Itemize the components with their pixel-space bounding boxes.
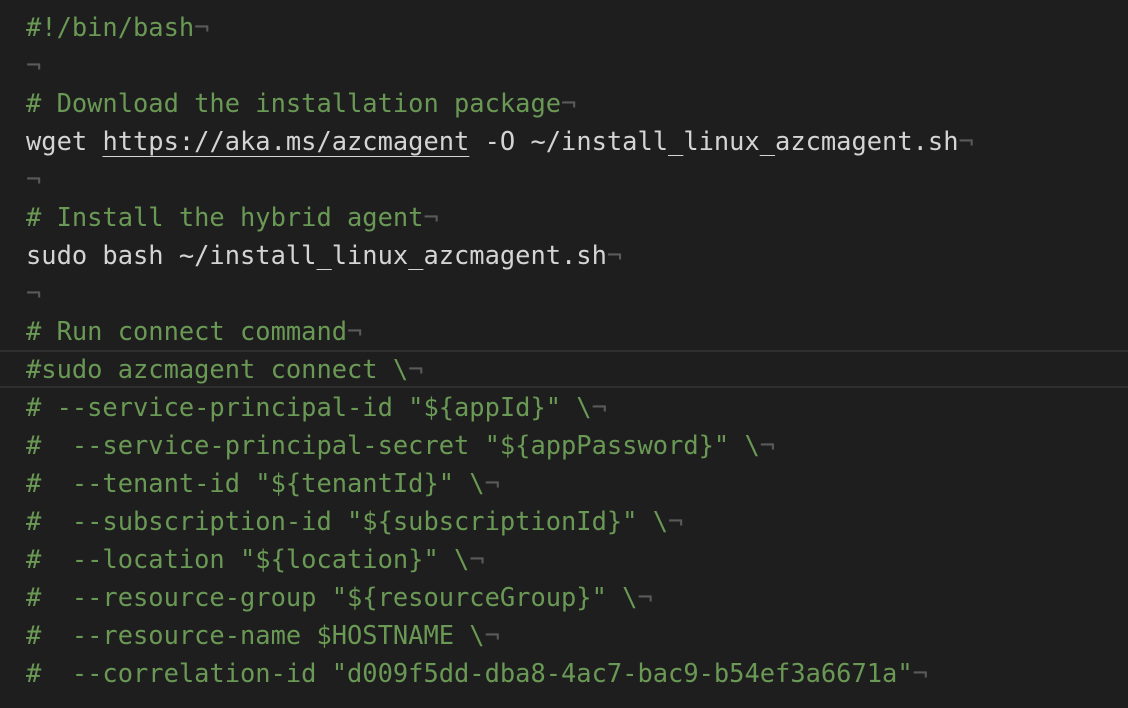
code-line[interactable]: # --tenant-id "${tenantId}" \¬ [26, 464, 500, 502]
code-link[interactable]: https://aka.ms/azcmagent [102, 126, 469, 156]
end-of-line-marker: ¬ [26, 164, 42, 194]
end-of-line-marker: ¬ [637, 582, 653, 612]
code-comment: # --service-principal-secret "${appPassw… [26, 430, 760, 460]
end-of-line-marker: ¬ [194, 12, 210, 42]
code-line[interactable]: wget https://aka.ms/azcmagent -O ~/insta… [26, 122, 974, 160]
code-line[interactable]: ¬ [26, 274, 41, 312]
code-text: -O ~/install_linux_azcmagent.sh [469, 126, 959, 156]
code-line[interactable]: # --correlation-id "d009f5dd-dba8-4ac7-b… [26, 654, 928, 692]
code-line[interactable]: # --subscription-id "${subscriptionId}" … [26, 502, 683, 540]
code-line-current[interactable]: #sudo azcmagent connect \¬ [0, 350, 1128, 388]
code-comment: # Run connect command [26, 316, 348, 346]
code-line[interactable]: # --resource-group "${resourceGroup}" \¬ [26, 578, 653, 616]
code-line[interactable]: # Run connect command¬ [26, 312, 362, 350]
end-of-line-marker: ¬ [759, 430, 776, 460]
end-of-line-marker: ¬ [958, 126, 974, 156]
code-comment: # --correlation-id "d009f5dd-dba8-4ac7-b… [26, 658, 913, 688]
code-line[interactable]: ¬ [26, 46, 41, 84]
end-of-line-marker: ¬ [347, 316, 363, 346]
end-of-line-marker: ¬ [591, 392, 607, 422]
code-text: wget [26, 126, 103, 156]
code-line[interactable]: sudo bash ~/install_linux_azcmagent.sh¬ [26, 236, 622, 274]
code-line[interactable]: # --location "${location}" \¬ [26, 540, 485, 578]
code-line[interactable]: # --service-principal-secret "${appPassw… [26, 426, 775, 464]
code-comment: #sudo azcmagent connect \ [26, 354, 409, 384]
end-of-line-marker: ¬ [912, 658, 928, 688]
code-editor[interactable]: #!/bin/bash¬ ¬ # Download the installation… [0, 0, 1128, 708]
end-of-line-marker: ¬ [26, 278, 42, 308]
code-comment: # --resource-group "${resourceGroup}" \ [26, 582, 638, 612]
code-comment: # --tenant-id "${tenantId}" \ [26, 468, 485, 498]
code-comment: # --location "${location}" \ [26, 544, 470, 574]
code-line[interactable]: # --resource-name $HOSTNAME \¬ [26, 616, 500, 654]
code-line[interactable]: # --service-principal-id "${appId}" \¬ [26, 388, 607, 426]
end-of-line-marker: ¬ [484, 620, 500, 650]
code-line[interactable]: # Install the hybrid agent¬ [26, 198, 439, 236]
end-of-line-marker: ¬ [484, 468, 500, 498]
end-of-line-marker: ¬ [561, 88, 577, 118]
code-comment: # Download the installation package [26, 88, 562, 118]
code-comment: #!/bin/bash [26, 12, 195, 42]
code-text: sudo bash ~/install_linux_azcmagent.sh [26, 240, 607, 270]
code-comment: # --service-principal-id "${appId}" \ [26, 392, 592, 422]
end-of-line-marker: ¬ [408, 354, 424, 384]
code-line[interactable]: # Download the installation package¬ [26, 84, 576, 122]
code-comment: # --resource-name $HOSTNAME \ [26, 620, 485, 650]
end-of-line-marker: ¬ [668, 506, 684, 536]
end-of-line-marker: ¬ [606, 240, 623, 270]
end-of-line-marker: ¬ [26, 50, 42, 80]
code-comment: # --subscription-id "${subscriptionId}" … [26, 506, 669, 536]
code-line[interactable]: ¬ [26, 160, 41, 198]
end-of-line-marker: ¬ [469, 544, 485, 574]
code-comment: # Install the hybrid agent [26, 202, 424, 232]
code-line[interactable]: #!/bin/bash¬ [26, 8, 209, 46]
end-of-line-marker: ¬ [423, 202, 439, 232]
